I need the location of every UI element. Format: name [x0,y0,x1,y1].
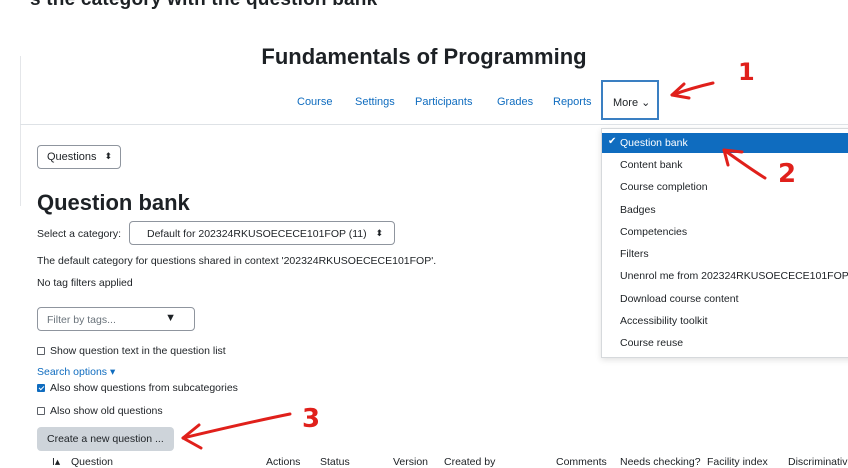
annotation-number-1: 1 [738,58,755,86]
updown-icon: ⬍ [375,228,383,238]
menu-item-download-content[interactable]: Download course content [602,289,848,309]
category-value: Default for 202324RKUSOECECE101FOP (11) [147,228,367,240]
menu-item-unenrol[interactable]: Unenrol me from 202324RKUSOECECE101FOP [602,266,848,286]
menu-item-course-completion[interactable]: Course completion [602,177,848,197]
checkbox-unchecked-icon[interactable] [37,407,45,415]
nav-course[interactable]: Course [297,96,332,108]
subcategories-checkbox[interactable]: Also show questions from subcategories [37,382,238,394]
selector-value: Questions [47,151,97,163]
nav-participants[interactable]: Participants [415,96,472,108]
checkmark-icon: ✔ [608,136,617,147]
checkbox-label: Also show old questions [50,405,163,417]
col-version[interactable]: Version [393,456,428,468]
col-created-by[interactable]: Created by [444,456,495,468]
annotation-number-2: 2 [778,159,797,189]
nav-divider [20,124,848,125]
category-select[interactable]: Default for 202324RKUSOECECE101FOP (11) … [129,221,395,245]
col-needs-checking[interactable]: Needs checking? [620,456,701,468]
left-divider [20,56,21,206]
menu-item-accessibility-toolkit[interactable]: Accessibility toolkit [602,311,848,331]
col-facility-index[interactable]: Facility index [707,456,768,468]
annotation-number-3: 3 [302,404,321,434]
col-actions: Actions [266,456,301,468]
nav-reports[interactable]: Reports [553,96,592,108]
more-dropdown-menu: ✔ Question bank Content bank Course comp… [601,128,848,358]
menu-item-course-reuse[interactable]: Course reuse [602,333,848,353]
updown-icon: ⬍ [104,151,112,161]
checkbox-label: Show question text in the question list [50,345,226,357]
checkbox-unchecked-icon[interactable] [37,347,45,355]
col-discriminative[interactable]: Discriminative [788,456,848,468]
sort-icon[interactable]: I▴ [52,456,60,468]
filter-by-tags-input[interactable]: Filter by tags... ▼ [37,307,195,331]
col-comments[interactable]: Comments [556,456,607,468]
checkbox-checked-icon[interactable] [37,384,45,392]
arrow-3-head [181,423,203,450]
menu-item-badges[interactable]: Badges [602,200,848,220]
filter-placeholder: Filter by tags... [47,314,116,326]
question-bank-selector[interactable]: Questions ⬍ [37,145,121,169]
category-label: Select a category: [37,228,122,240]
course-title: Fundamentals of Programming [261,44,587,69]
arrow-1 [670,81,715,97]
menu-item-question-bank[interactable]: ✔ Question bank [602,133,848,153]
menu-item-competencies[interactable]: Competencies [602,222,848,242]
menu-item-content-bank[interactable]: Content bank [602,155,848,175]
show-question-text-checkbox[interactable]: Show question text in the question list [37,345,226,357]
menu-item-filters[interactable]: Filters [602,244,848,264]
arrow-3 [181,412,292,440]
nav-grades[interactable]: Grades [497,96,533,108]
caret-down-icon: ▼ [165,312,176,324]
old-questions-checkbox[interactable]: Also show old questions [37,405,163,417]
cropped-top-text: s the category with the question bank [0,0,848,34]
col-status[interactable]: Status [320,456,350,468]
page-heading: Question bank [37,190,190,215]
nav-settings[interactable]: Settings [355,96,395,108]
checkbox-label: Also show questions from subcategories [50,382,238,394]
search-options-link[interactable]: Search options ▾ [37,366,115,378]
create-new-question-button[interactable]: Create a new question ... [37,427,174,451]
arrow-1-head [670,82,691,100]
default-category-text: The default category for questions share… [37,255,437,267]
nav-more[interactable]: More ⌄ [613,96,650,109]
cropped-caption: s the category with the question bank [30,0,377,11]
tag-filter-status: No tag filters applied [37,277,133,289]
col-question[interactable]: Question [71,456,113,468]
